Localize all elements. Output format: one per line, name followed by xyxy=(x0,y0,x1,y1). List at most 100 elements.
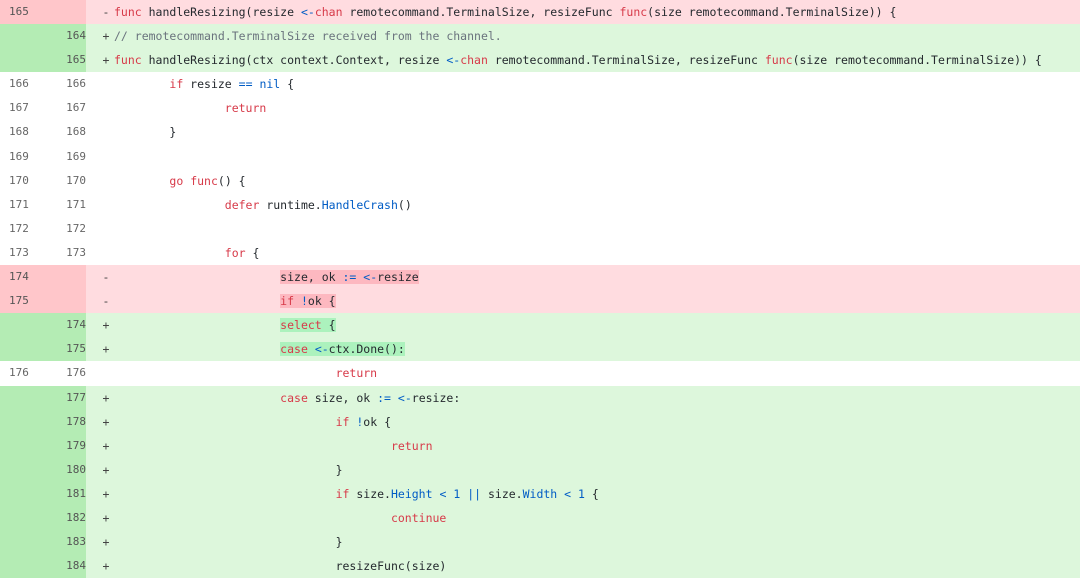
old-line-number[interactable] xyxy=(0,313,44,338)
added-line: 179 + return xyxy=(0,433,1080,458)
context-line: 173 173 for { xyxy=(0,240,1080,266)
code-token: runtime. xyxy=(259,197,322,212)
new-line-number[interactable]: 181 xyxy=(44,481,86,506)
code-token: { xyxy=(280,77,295,92)
code-token: () xyxy=(397,197,412,212)
code-token: == xyxy=(238,77,253,92)
old-line-number[interactable] xyxy=(0,457,44,482)
code-line: case <-ctx.Done(): xyxy=(114,337,1080,361)
code-token: resizeFunc(size) xyxy=(335,559,447,574)
old-line-number[interactable]: 165 xyxy=(0,0,44,25)
new-line-number[interactable]: 175 xyxy=(44,337,86,362)
new-line-number[interactable]: 172 xyxy=(44,217,86,241)
gutter-gap xyxy=(86,265,98,289)
code-token: return xyxy=(224,101,267,116)
gutter-gap xyxy=(86,482,98,506)
old-line-number[interactable]: 167 xyxy=(0,96,44,120)
diff-marker: + xyxy=(102,535,110,550)
old-line-number[interactable]: 173 xyxy=(0,241,44,265)
new-line-number[interactable]: 180 xyxy=(44,457,86,482)
old-line-number[interactable]: 175 xyxy=(0,289,44,314)
new-line-number[interactable]: 170 xyxy=(44,169,86,193)
gutter-gap xyxy=(86,241,98,265)
old-line-number[interactable]: 169 xyxy=(0,145,44,169)
code-tokens: // remotecommand.TerminalSize received f… xyxy=(114,29,502,43)
old-line-number[interactable] xyxy=(0,337,44,362)
code-line: defer runtime.HandleCrash() xyxy=(114,193,1080,217)
new-line-number[interactable]: 183 xyxy=(44,530,86,555)
code-token: nil xyxy=(259,77,281,92)
new-line-number[interactable] xyxy=(44,289,86,314)
old-line-number[interactable]: 174 xyxy=(0,265,44,290)
old-line-number[interactable] xyxy=(0,409,44,434)
new-line-number[interactable]: 178 xyxy=(44,409,86,434)
new-line-number[interactable]: 169 xyxy=(44,145,86,169)
diff-marker: - xyxy=(102,294,110,309)
old-line-number[interactable]: 166 xyxy=(0,72,44,96)
code-line: case size, ok := <-resize: xyxy=(114,386,1080,410)
code-token: defer xyxy=(224,197,260,212)
old-line-number[interactable]: 168 xyxy=(0,120,44,144)
code-line: for { xyxy=(114,241,1080,265)
old-line-number[interactable]: 170 xyxy=(0,169,44,193)
old-line-number[interactable] xyxy=(0,481,44,506)
gutter-gap xyxy=(86,458,98,482)
new-line-number[interactable]: 176 xyxy=(44,361,86,385)
gutter-gap xyxy=(86,289,98,313)
new-line-number[interactable]: 184 xyxy=(44,554,86,579)
old-line-number[interactable] xyxy=(0,433,44,458)
old-line-number[interactable]: 171 xyxy=(0,193,44,217)
new-line-number[interactable]: 165 xyxy=(44,48,86,73)
code-tokens: if size.Height < 1 || size.Width < 1 { xyxy=(336,487,599,501)
old-line-number[interactable] xyxy=(0,530,44,555)
code-tokens: case <-ctx.Done(): xyxy=(280,342,405,357)
new-line-number[interactable]: 182 xyxy=(44,505,86,531)
old-line-number[interactable] xyxy=(0,24,44,49)
gutter-gap xyxy=(86,530,98,554)
code-token: <- xyxy=(363,270,378,285)
code-line: size, ok := <-resize xyxy=(114,265,1080,289)
code-token: 1 xyxy=(578,486,585,501)
new-line-number[interactable]: 167 xyxy=(44,96,86,120)
old-line-number[interactable] xyxy=(0,48,44,73)
diff-marker: + xyxy=(102,390,110,405)
new-line-number[interactable] xyxy=(44,265,86,290)
new-line-number[interactable]: 171 xyxy=(44,193,86,217)
added-line: 175 + case <-ctx.Done(): xyxy=(0,337,1080,362)
code-tokens: return xyxy=(225,101,267,115)
new-line-number[interactable]: 166 xyxy=(44,72,86,96)
code-line: func handleResizing(resize <-chan remote… xyxy=(114,0,1080,24)
code-token: := xyxy=(377,390,391,405)
diff-marker: + xyxy=(102,29,110,44)
code-line: if resize == nil { xyxy=(114,72,1080,96)
added-line: 180 + } xyxy=(0,457,1080,482)
new-line-number[interactable]: 168 xyxy=(44,120,86,144)
new-line-number[interactable]: 174 xyxy=(44,313,86,338)
old-line-number[interactable]: 172 xyxy=(0,217,44,241)
new-line-number[interactable]: 173 xyxy=(44,241,86,265)
code-tokens: return xyxy=(336,366,378,380)
code-token: } xyxy=(335,462,343,477)
code-token: func xyxy=(114,53,142,68)
code-token: resize xyxy=(377,270,419,285)
code-tokens: if !ok { xyxy=(336,415,391,429)
old-line-number[interactable]: 176 xyxy=(0,361,44,385)
new-line-number[interactable]: 179 xyxy=(44,433,86,458)
new-line-number[interactable]: 177 xyxy=(44,385,86,410)
code-line: go func() { xyxy=(114,169,1080,193)
new-line-number[interactable]: 164 xyxy=(44,24,86,49)
old-line-number[interactable] xyxy=(0,385,44,410)
gutter-gap xyxy=(86,386,98,410)
code-tokens: resizeFunc(size) xyxy=(336,559,447,573)
context-line: 171 171 defer runtime.HandleCrash() xyxy=(0,192,1080,217)
old-line-number[interactable] xyxy=(0,505,44,531)
new-line-number[interactable] xyxy=(44,0,86,25)
code-tokens: func handleResizing(resize <-chan remote… xyxy=(114,5,896,19)
code-token: resize xyxy=(183,77,239,92)
added-line: 165 + func handleResizing(ctx context.Cont… xyxy=(0,48,1080,73)
diff-marker: + xyxy=(102,342,110,357)
old-line-number[interactable] xyxy=(0,554,44,579)
